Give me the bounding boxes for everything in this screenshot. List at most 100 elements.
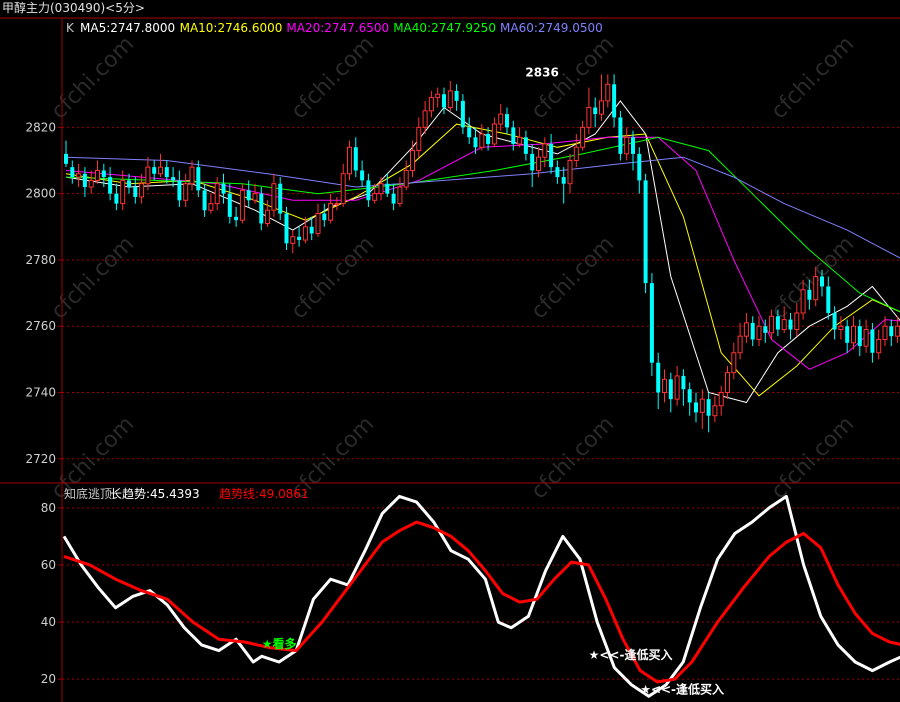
candle [530,143,535,188]
candle-body-down [637,153,642,181]
candle-body-up [315,213,321,234]
price-tick-label: 2800 [25,187,56,201]
candle-body-up [882,325,888,340]
max-price-marker: 2836 [525,65,558,79]
sub-legend-item: 长趋势:45.4393 [110,487,200,501]
main-price-axis: 2720 2740 2760 2780 2800 2820 [25,120,62,466]
candle-body-down [561,177,566,184]
candle [397,177,403,207]
candle [826,276,831,320]
candle [177,170,182,207]
candle-body-up [145,166,151,185]
candle [706,392,711,433]
candle-body-down [845,326,850,343]
candle [328,193,334,224]
legend-ma-item: MA10:2746.6000 [180,21,283,35]
candle [750,316,755,347]
candle [631,130,635,171]
candle-body-down [202,190,207,211]
watermark-text: cfchi.com [767,32,860,125]
candle-body-up [599,100,604,115]
candle [252,183,258,204]
candle-body-down [820,276,824,287]
candle [505,107,509,134]
candle-body-down [530,153,535,171]
candle-body-down [360,170,365,181]
candle [643,173,648,294]
candle [725,366,730,400]
chart-canvas[interactable]: cfchi.com cfchi.com cfchi.com cfchi.com cfch… [0,0,900,702]
candle-body-down [171,177,176,181]
candle-body-down [152,167,157,174]
candle-body-up [88,179,94,188]
candle-body-down [763,326,768,333]
candle [221,173,226,204]
candle-body-up [580,126,586,148]
candle-body-down [593,107,598,115]
candle-body-down [322,213,327,221]
sub-legend-item: 趋势线:49.0861 [219,487,309,501]
candle-body-up [517,136,523,145]
candle [416,117,422,158]
candle [649,273,654,376]
candle-body-up [624,136,630,155]
candle-body-up [328,203,334,221]
candle-body-down [234,216,239,221]
candle-body-up [403,169,409,188]
candle [586,87,592,134]
candle-body-up [536,156,541,171]
candle [227,183,232,224]
candle-body-up [265,209,271,224]
watermark-text: cfchi.com [767,412,860,505]
candle-body-down [656,362,661,393]
max-price-label: 2836 [525,65,558,79]
candle-body-up [876,338,882,354]
candle-body-up [838,325,844,331]
candle-body-up [781,319,787,331]
candle-body-up [479,133,485,148]
candle [567,153,573,194]
candle-body-down [391,193,396,204]
candle [164,160,169,184]
candle-body-up [895,325,900,337]
candle [580,120,586,151]
sub-indicator-axis: 20 40 60 80 [41,501,62,686]
candle-body-up [743,322,749,337]
candle-body-up [139,183,145,198]
candle-body-down [505,114,509,128]
candle [517,127,523,148]
candle [214,177,220,211]
candle-body-down [549,143,554,168]
sub-panel-grid [62,507,900,680]
candle-body-up [397,186,403,205]
candle-body-up [239,189,245,221]
candle [662,369,667,403]
candle [467,117,472,144]
candle [64,140,68,168]
candle-body-up [769,315,775,334]
candle [302,216,308,244]
candle-body-down [832,312,837,330]
candle [863,319,869,353]
candle-body-up [567,160,573,185]
watermark-text: cfchi.com [767,232,860,325]
candle [334,196,340,211]
candle [447,80,453,111]
legend-ma-item: MA5:2747.8000 [80,21,175,35]
candle-body-up [95,169,100,181]
candle-body-down [473,137,478,148]
candle-body-up [712,405,718,417]
candle [845,319,850,353]
candle [851,316,856,350]
candle [145,157,151,191]
candle-body-down [366,180,371,201]
candle [322,203,327,227]
candle [360,160,365,188]
candlestick-series [64,74,900,433]
candle [278,177,283,221]
candle-body-down [523,137,528,154]
candle-body-down [454,90,459,101]
candle [403,160,409,191]
legend-k-label: K [66,21,75,35]
candle-body-down [687,389,692,403]
